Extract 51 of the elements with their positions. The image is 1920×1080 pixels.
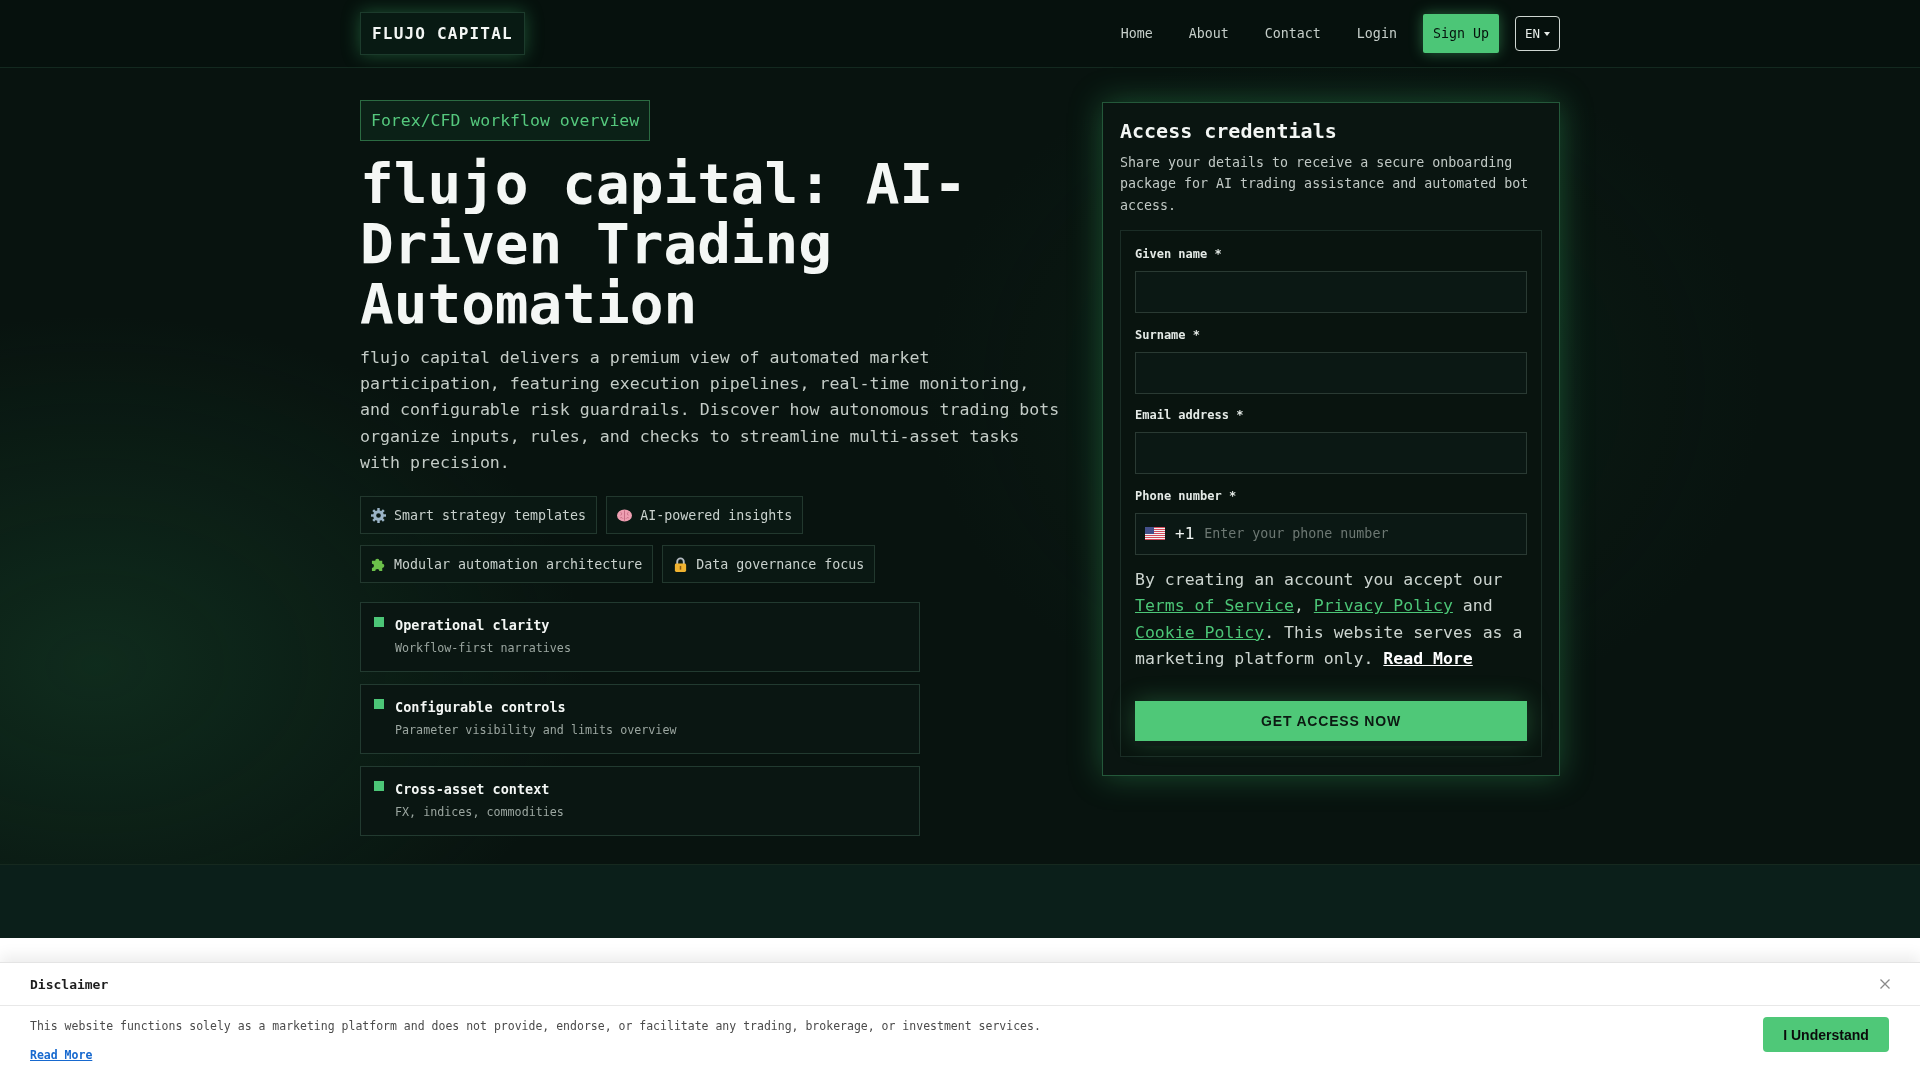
nav-link[interactable]: Home <box>1120 26 1153 41</box>
square-marker-icon <box>374 617 384 627</box>
logo[interactable]: FLUJO CAPITAL <box>360 12 525 55</box>
hero-description: flujo capital delivers a premium view of automated market participation, featuring execution pipelines, real-time monitoring, and configurable risk guardrails. Discover how autonomous trading bots organize inputs, rules, and checks to streamline multi-asset tasks with precision. <box>360 347 1061 474</box>
consent-text: By creating an account you accept our Terms of Service, Privacy Policy and Cookie Policy. This website serves as a marketing platform only. Read More <box>1135 568 1524 670</box>
input-field[interactable] <box>1135 351 1527 394</box>
country-code[interactable]: +1 <box>1175 524 1195 544</box>
read-more-link[interactable]: Read More <box>1383 648 1473 668</box>
input-field[interactable] <box>1135 432 1527 475</box>
feature-subtitle: Parameter visibility and limits overview <box>395 722 677 738</box>
flag-icon <box>1145 527 1165 541</box>
feature-title: Cross-asset context <box>395 780 551 798</box>
nav-link[interactable]: Login <box>1356 26 1397 41</box>
field-label: Surname * <box>1135 326 1202 343</box>
feature-subtitle: FX, indices, commodities <box>395 804 564 820</box>
sign-up-button[interactable]: Sign Up <box>1422 14 1499 53</box>
understand-button[interactable]: I Understand <box>1763 1017 1889 1052</box>
lock-icon <box>673 556 689 572</box>
brain-icon <box>617 507 633 523</box>
feature-subtitle: Workflow-first narratives <box>395 640 571 656</box>
phone-field[interactable]: +1 Enter your phone number <box>1135 512 1527 555</box>
policy-link[interactable]: Privacy Policy <box>1313 596 1453 616</box>
gear-icon <box>371 507 386 523</box>
disclaimer-text: This website functions solely as a marketing platform and does not provide, endorse, or facilitate any trading, brokerage, or investment services. <box>30 1018 1041 1035</box>
hero-title: flujo capital: AI-Driven Trading Automation <box>360 154 968 334</box>
feature-title: Configurable controls <box>395 698 567 716</box>
chip-label: Data governance focus <box>696 556 865 572</box>
nav-link[interactable]: Contact <box>1264 26 1321 41</box>
square-marker-icon <box>374 781 384 791</box>
field-label: Phone number * <box>1135 487 1238 504</box>
square-marker-icon <box>374 699 384 709</box>
field-label: Given name * <box>1135 246 1223 263</box>
chip-label: Smart strategy templates <box>394 507 587 523</box>
chip-label: Modular automation architecture <box>394 556 643 572</box>
read-more-link[interactable]: Read More <box>30 1046 93 1064</box>
policy-link[interactable]: Cookie Policy <box>1135 622 1265 642</box>
caret-icon <box>1544 31 1550 36</box>
tag-label: Forex/CFD workflow overview <box>360 100 651 141</box>
field-label: Email address * <box>1135 407 1245 424</box>
policy-link[interactable]: Terms of Service <box>1135 596 1294 616</box>
disclaimer-title: Disclaimer <box>30 976 109 992</box>
form-description: Share your details to receive a secure onboarding package for AI trading assistance and automated bot access. <box>1120 154 1530 215</box>
language-button[interactable]: EN <box>1514 16 1560 51</box>
input-field[interactable] <box>1135 271 1527 314</box>
chip-label: AI-powered insights <box>640 507 793 523</box>
phone-input[interactable]: Enter your phone number <box>1204 526 1517 542</box>
puzzle-piece-icon <box>371 556 386 572</box>
form-title: Access credentials <box>1120 118 1338 144</box>
close-icon[interactable] <box>1880 979 1890 989</box>
feature-title: Operational clarity <box>395 616 551 634</box>
nav-link[interactable]: About <box>1188 26 1229 41</box>
